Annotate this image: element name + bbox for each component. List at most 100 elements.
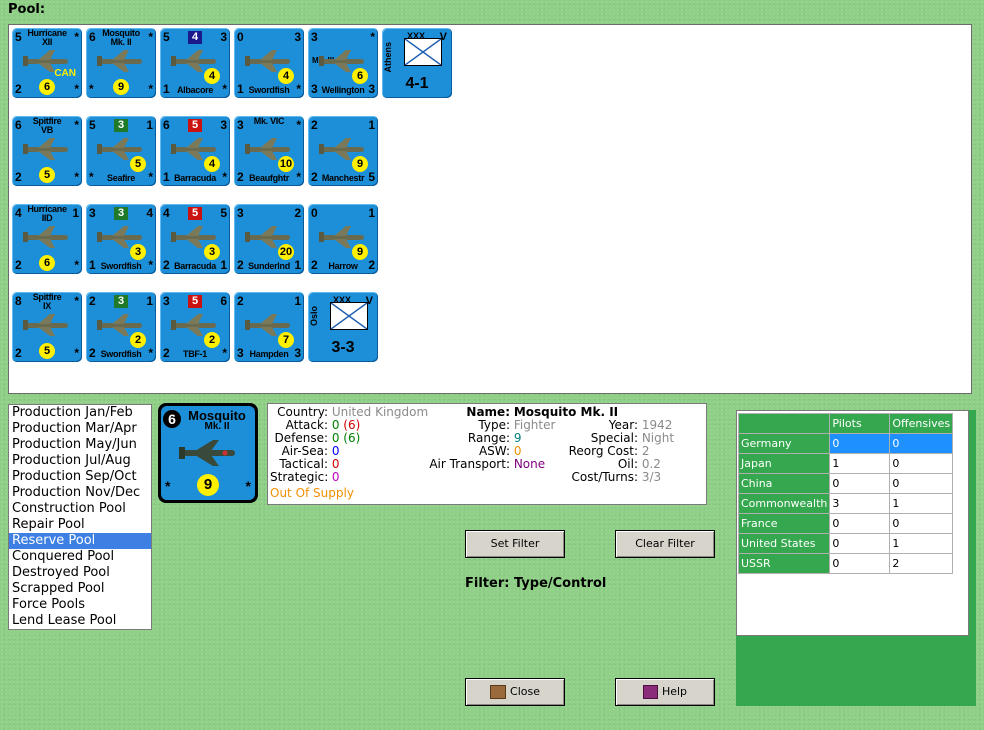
counter-top-left: 3 bbox=[311, 30, 318, 44]
air-transport-label: Air Transport: bbox=[429, 457, 510, 471]
counter-name: Hurricane IID bbox=[27, 204, 67, 223]
table-cell[interactable]: 0 bbox=[829, 513, 891, 534]
table-cell[interactable]: 2 bbox=[889, 553, 954, 574]
pool-panel: 5 * 2 * Hurricane XII 6 CAN 6 * * * Mosquito Mk. II… bbox=[8, 24, 972, 394]
unit-counter[interactable]: 3*33Mk. III6Wellington bbox=[308, 28, 378, 98]
unit-counter[interactable]: 4 5 2 1 5 3 Barracuda bbox=[160, 204, 230, 274]
cost-label: Cost/Turns: bbox=[571, 470, 638, 484]
table-row[interactable]: China 0 0 bbox=[737, 473, 954, 494]
counter-bottom-left: 2 bbox=[237, 258, 244, 272]
counter-range: 7 bbox=[278, 332, 294, 348]
counter-flag: 5 bbox=[188, 295, 202, 308]
counter-flag: 3 bbox=[114, 295, 128, 308]
unit-counter[interactable]: 5 3 1 * 4 4 Albacore bbox=[160, 28, 230, 98]
clear-filter-button[interactable]: Clear Filter bbox=[615, 530, 715, 558]
table-cell[interactable]: 1 bbox=[889, 533, 954, 554]
unit-counter[interactable]: 6 3 1 * 5 4 Barracuda bbox=[160, 116, 230, 186]
help-button[interactable]: Help bbox=[615, 678, 715, 706]
counter-range: 5 bbox=[39, 167, 55, 183]
counter-top-left: 3 bbox=[237, 118, 244, 132]
unit-counter[interactable]: 5 * 2 * Hurricane XII 6 CAN bbox=[12, 28, 82, 98]
counter-top-right: 4 bbox=[146, 206, 153, 220]
table-cell[interactable]: 0 bbox=[829, 473, 891, 494]
army-strength: 3-3 bbox=[331, 339, 355, 356]
unit-counter[interactable]: 3 * 2 * Mk. VIC 10 Beaufghtr bbox=[234, 116, 304, 186]
counter-flag: 4 bbox=[188, 31, 202, 44]
pool-list-item[interactable]: Force Pools bbox=[9, 597, 151, 613]
counter-unit-name: TBF-1 bbox=[183, 349, 207, 359]
table-cell[interactable]: 0 bbox=[889, 433, 954, 454]
table-cell[interactable]: 0 bbox=[829, 533, 891, 554]
set-filter-button[interactable]: Set Filter bbox=[465, 530, 565, 558]
pool-list-item[interactable]: Production Nov/Dec bbox=[9, 485, 151, 501]
counter-unit-name: Harrow bbox=[328, 261, 358, 271]
pool-list-item[interactable]: Production Jan/Feb bbox=[9, 405, 151, 421]
unit-counter[interactable]: 6 * * * Mosquito Mk. II 9 bbox=[86, 28, 156, 98]
table-row[interactable]: Japan 1 0 bbox=[737, 453, 954, 474]
counter-bottom-right: * bbox=[222, 82, 227, 96]
unit-counter[interactable]: 3 4 1 * 3 3 Swordfish bbox=[86, 204, 156, 274]
pool-list-item[interactable]: Production Sep/Oct bbox=[9, 469, 151, 485]
table-cell[interactable]: 1 bbox=[889, 493, 954, 514]
counter-top-left: 2 bbox=[237, 294, 244, 308]
counter-range: 6 bbox=[39, 255, 55, 271]
table-cell[interactable]: 0 bbox=[889, 453, 954, 474]
close-button[interactable]: Close bbox=[465, 678, 565, 706]
pool-list-item[interactable]: Conquered Pool bbox=[9, 549, 151, 565]
counter-bottom-right: * bbox=[222, 346, 227, 360]
unit-counter[interactable]: XXX V Athens 4-1 bbox=[382, 28, 452, 98]
pool-list-item[interactable]: Lend Lease Pool bbox=[9, 613, 151, 629]
unit-counter[interactable]: 4 1 2 * Hurricane IID 6 bbox=[12, 204, 82, 274]
unit-counter[interactable]: 3 2 2 1 20 Sunderlnd bbox=[234, 204, 304, 274]
unit-counter[interactable]: 2 1 2 5 9 Manchestr bbox=[308, 116, 378, 186]
pool-label: Pool: bbox=[8, 2, 46, 17]
pool-list-item[interactable]: Production Jul/Aug bbox=[9, 453, 151, 469]
table-row[interactable]: France 0 0 bbox=[737, 513, 954, 534]
counter-range: 5 bbox=[39, 343, 55, 359]
table-cell[interactable]: 0 bbox=[889, 513, 954, 534]
pool-list-item[interactable]: Production May/Jun bbox=[9, 437, 151, 453]
counter-range: 10 bbox=[278, 156, 294, 172]
defense-extra: (6) bbox=[343, 431, 361, 445]
pool-list[interactable]: Production Jan/Feb Production Mar/Apr Prod… bbox=[8, 404, 152, 630]
reorg-value: 2 bbox=[641, 444, 650, 458]
counter-bottom-left: 1 bbox=[163, 170, 170, 184]
pool-list-item[interactable]: Repair Pool bbox=[9, 517, 151, 533]
table-cell[interactable]: 3 bbox=[829, 493, 891, 514]
counter-bottom-left: 1 bbox=[89, 258, 96, 272]
counter-range: 3 bbox=[130, 244, 146, 260]
table-cell[interactable]: 1 bbox=[829, 453, 891, 474]
counter-top-left: 4 bbox=[15, 206, 22, 220]
pool-list-item[interactable]: Production Mar/Apr bbox=[9, 421, 151, 437]
unit-counter[interactable]: 2 1 2 * 3 2 Swordfish bbox=[86, 292, 156, 362]
pilots-table: Pilots Offensives Germany 0 0 Japan 1 0 China 0 0 C… bbox=[737, 413, 954, 574]
pool-list-item[interactable]: Destroyed Pool bbox=[9, 565, 151, 581]
unit-counter[interactable]: XXX V Oslo 3-3 bbox=[308, 292, 378, 362]
pool-list-item[interactable]: Reserve Pool bbox=[9, 533, 151, 549]
unit-counter[interactable]: 0 1 2 2 9 Harrow bbox=[308, 204, 378, 274]
aircraft-icon bbox=[20, 136, 74, 162]
strategic-label: Strategic: bbox=[270, 470, 329, 484]
table-row[interactable]: USSR 0 2 bbox=[737, 553, 954, 574]
unit-counter[interactable]: 6 * 2 * Spitfire VB 5 bbox=[12, 116, 82, 186]
pool-list-item[interactable]: Construction Pool bbox=[9, 501, 151, 517]
table-row[interactable]: Commonwealth 3 1 bbox=[737, 493, 954, 514]
table-cell[interactable]: 0 bbox=[889, 473, 954, 494]
counter-top-right: 5 bbox=[220, 206, 227, 220]
counter-bottom-right: * bbox=[74, 258, 79, 272]
unit-counter[interactable]: 2 1 3 3 7 Hampden bbox=[234, 292, 304, 362]
unit-counter[interactable]: 0 3 1 * 4 Swordfish bbox=[234, 28, 304, 98]
table-row[interactable]: United States 0 1 bbox=[737, 533, 954, 554]
close-button-label: Close bbox=[510, 685, 540, 698]
unit-counter[interactable]: 8 * 2 * Spitfire IX 5 bbox=[12, 292, 82, 362]
pool-list-item[interactable]: Scrapped Pool bbox=[9, 581, 151, 597]
counter-unit-name: Albacore bbox=[176, 85, 214, 95]
table-cell[interactable]: 0 bbox=[829, 433, 891, 454]
table-row[interactable]: Germany 0 0 bbox=[737, 433, 954, 454]
airsea-value: 0 bbox=[331, 444, 340, 458]
counter-bottom-left: 2 bbox=[163, 258, 170, 272]
counter-flag: 3 bbox=[114, 119, 128, 132]
table-cell[interactable]: 0 bbox=[829, 553, 891, 574]
unit-counter[interactable]: 5 1 * * 3 5 Seafire bbox=[86, 116, 156, 186]
unit-counter[interactable]: 3 6 2 * 5 2 TBF-1 bbox=[160, 292, 230, 362]
